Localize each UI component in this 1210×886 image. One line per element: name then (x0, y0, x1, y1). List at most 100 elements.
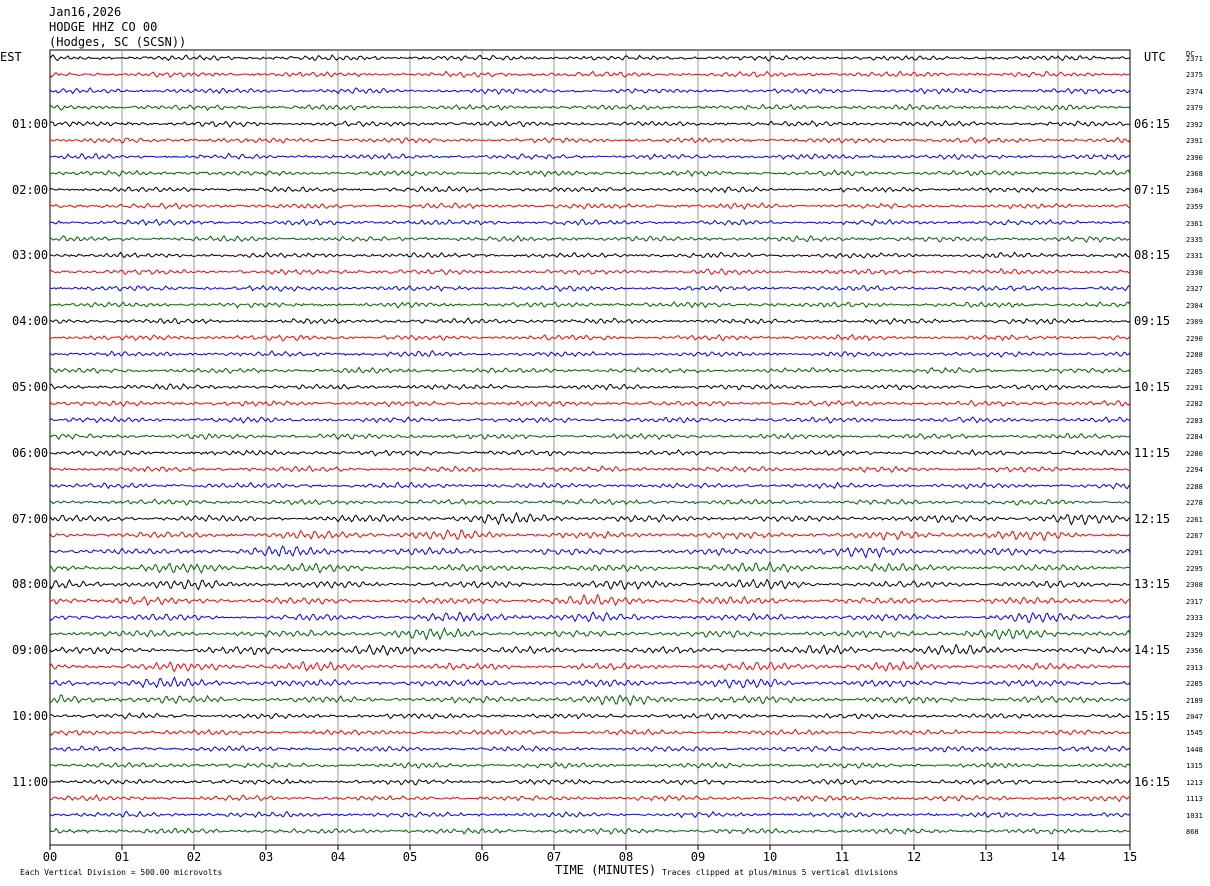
right-hour-label: 10:15 (1134, 380, 1171, 394)
x-tick-label: 03 (259, 850, 273, 864)
plot-frame (49, 49, 1131, 846)
seismic-trace (49, 87, 1131, 95)
seismic-trace (49, 593, 1131, 607)
seismic-trace (49, 333, 1131, 342)
seismic-trace (49, 810, 1131, 819)
seismic-trace (49, 529, 1131, 542)
trace-dc-offset: 2329 (1186, 630, 1203, 639)
seismic-trace (49, 218, 1131, 227)
seismic-trace (49, 744, 1131, 753)
scale-note: Each Vertical Division = 500.00 microvol… (20, 868, 223, 877)
left-hour-label: 01:00 (12, 116, 49, 131)
trace-dc-offset: 2282 (1186, 400, 1203, 409)
trace-dc-offset: 2356 (1186, 647, 1203, 656)
x-tick-label: 05 (403, 850, 417, 864)
trace-dc-offset: 2308 (1186, 581, 1203, 590)
trace-dc-offset: 2335 (1186, 235, 1203, 244)
trace-dc-offset: 2283 (1186, 416, 1203, 425)
x-tick-label: 09 (691, 850, 705, 864)
seismic-trace (49, 712, 1131, 720)
seismic-trace (49, 827, 1131, 835)
right-hour-label: 08:15 (1134, 248, 1171, 263)
trace-dc-offset: 2361 (1186, 219, 1203, 228)
trace-dc-offset: 2359 (1186, 203, 1203, 212)
seismic-trace (49, 511, 1131, 526)
trace-dc-offset: 2278 (1186, 499, 1203, 508)
seismic-trace (49, 234, 1131, 244)
right-hour-label: 13:15 (1134, 577, 1171, 592)
x-tick-label: 10 (763, 850, 777, 864)
trace-dc-offset: 2317 (1186, 597, 1203, 606)
right-hour-label: 14:15 (1134, 643, 1171, 658)
x-axis-label: TIME (MINUTES) (555, 863, 657, 877)
x-tick-label: 11 (835, 850, 849, 864)
x-tick-label: 01 (115, 850, 129, 864)
trace-dc-offset: 2392 (1186, 120, 1203, 129)
seismic-trace (49, 169, 1131, 178)
left-hour-label: 02:00 (12, 182, 49, 197)
trace-dc-offset: 1113 (1186, 795, 1203, 804)
x-tick-label: 15 (1123, 850, 1137, 864)
trace-dc-offset: 2047 (1186, 713, 1203, 721)
seismic-trace (49, 794, 1131, 803)
seismic-trace (49, 399, 1131, 408)
seismic-trace (50, 761, 1131, 769)
seismic-trace (49, 432, 1131, 441)
trace-dc-offset: 2261 (1186, 515, 1203, 524)
trace-dc-offset: 2390 (1186, 153, 1203, 162)
seismic-trace (49, 611, 1131, 624)
seismic-trace (49, 301, 1131, 309)
right-hour-label: 09:15 (1134, 314, 1171, 329)
seismic-trace (49, 465, 1131, 474)
trace-dc-offset: 2291 (1186, 384, 1203, 392)
seismic-trace (49, 202, 1131, 210)
trace-dc-offset: 2313 (1186, 663, 1203, 672)
trace-dc-offset: 1448 (1186, 745, 1203, 754)
x-tick-label: 07 (547, 850, 561, 864)
trace-dc-offset: 1545 (1186, 729, 1203, 738)
left-hour-label: 08:00 (12, 577, 49, 592)
trace-dc-offset: 2288 (1186, 351, 1203, 360)
trace-dc-offset: 1315 (1186, 762, 1203, 771)
trace-dc-offset: 2304 (1186, 301, 1203, 310)
x-tick-label: 00 (43, 850, 57, 864)
x-tick-label: 13 (979, 850, 993, 864)
trace-dc-offset: 2285 (1186, 680, 1203, 689)
trace-dc-offset: 2284 (1186, 433, 1203, 442)
seismic-trace (49, 643, 1131, 657)
right-hour-label: 16:15 (1134, 774, 1171, 789)
x-tick-label: 02 (187, 850, 201, 864)
seismic-trace (49, 694, 1131, 707)
right-hour-label: 07:15 (1134, 182, 1171, 197)
left-hour-label: 03:00 (12, 248, 49, 263)
seismic-trace (49, 561, 1131, 575)
trace-dc-offset: 2309 (1186, 318, 1203, 327)
seismic-trace (49, 676, 1131, 689)
trace-dc-offset: 868 (1186, 828, 1199, 837)
seismic-trace (49, 267, 1131, 276)
seismic-trace (49, 660, 1131, 673)
trace-dc-offset: 2280 (1186, 449, 1203, 458)
right-hour-label: 06:15 (1134, 116, 1171, 131)
trace-dc-offset: 2391 (1186, 137, 1203, 146)
seismic-trace (50, 778, 1131, 786)
right-hour-label: 15:15 (1134, 709, 1171, 723)
time-grid (49, 49, 1131, 846)
seismic-trace (49, 284, 1131, 293)
seismogram-plot: 00 01 02 03 04 05 06 07 08 09 10 11 12 13 14 15 (43, 49, 1137, 864)
trace-dc-offset: 2368 (1186, 170, 1203, 179)
seismic-trace (49, 70, 1130, 79)
seismic-trace (49, 728, 1131, 737)
trace-dc-offset: 2285 (1186, 367, 1203, 376)
x-tick-label: 08 (619, 850, 633, 864)
left-hour-label: 05:00 (12, 380, 49, 394)
trace-dc-offset: 2331 (1186, 252, 1203, 261)
trace-dc-offset: 2375 (1186, 71, 1203, 80)
x-tick-label: 12 (907, 850, 921, 864)
trace-dc-offset: 2288 (1186, 482, 1203, 491)
trace-dc-offset: 1213 (1186, 778, 1203, 787)
left-hour-label: 11:00 (12, 774, 49, 789)
clip-note: Traces clipped at plus/minus 5 vertical … (662, 868, 899, 877)
trace-dc-offset: 2364 (1186, 186, 1203, 195)
seismic-trace (49, 383, 1130, 391)
